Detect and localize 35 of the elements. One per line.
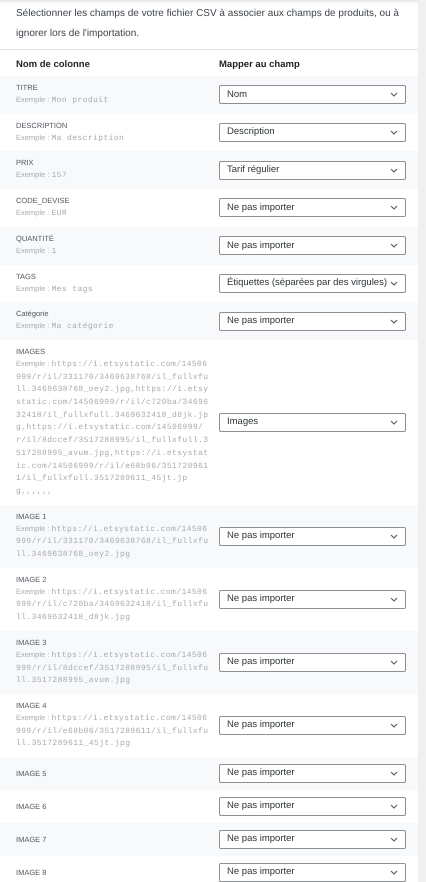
- chevron-down-icon: [390, 92, 398, 98]
- field-select[interactable]: Étiquettes (séparées par des virgules): [219, 274, 406, 293]
- chevron-down-icon: [390, 205, 398, 210]
- chevron-down-icon: [390, 723, 398, 728]
- intro-text: Sélectionner les champs de votre fichier CSV à associer aux champs de produits, ou à ignorer lors de l'importation.: [0, 0, 418, 50]
- chevron-down-icon: [390, 596, 398, 602]
- chevron-down-icon: [390, 243, 398, 248]
- field-select[interactable]: Tarif régulier: [219, 160, 406, 180]
- field-select[interactable]: Ne pas importer: [219, 764, 406, 784]
- field-select[interactable]: Ne pas importer: [219, 198, 406, 218]
- chevron-down-icon: [390, 168, 398, 173]
- field-select[interactable]: Ne pas importer: [219, 236, 406, 256]
- chevron-down-icon: [390, 870, 398, 876]
- field-select[interactable]: Ne pas importer: [219, 652, 406, 672]
- field-select[interactable]: Nom: [219, 85, 406, 104]
- column-header: Mapper au champ: [219, 59, 300, 70]
- field-select[interactable]: Ne pas importer: [219, 797, 406, 816]
- field-select[interactable]: Description: [219, 123, 406, 142]
- field-select[interactable]: Images: [219, 412, 406, 432]
- field-select[interactable]: Ne pas importer: [219, 526, 406, 546]
- chevron-down-icon: [390, 534, 398, 539]
- chevron-down-icon: [390, 837, 398, 842]
- chevron-down-icon: [390, 130, 398, 136]
- chevron-down-icon: [390, 318, 398, 324]
- field-select[interactable]: Ne pas importer: [219, 716, 406, 736]
- chevron-down-icon: [390, 280, 398, 286]
- column-header: Nom de colonne: [16, 59, 91, 70]
- field-select[interactable]: Ne pas importer: [219, 590, 406, 609]
- chevron-down-icon: [390, 420, 398, 425]
- chevron-down-icon: [390, 804, 398, 810]
- chevron-down-icon: [390, 660, 398, 665]
- field-select[interactable]: Ne pas importer: [219, 312, 406, 331]
- chevron-down-icon: [390, 771, 398, 776]
- field-select[interactable]: Ne pas importer: [219, 863, 406, 882]
- field-select[interactable]: Ne pas importer: [219, 830, 406, 850]
